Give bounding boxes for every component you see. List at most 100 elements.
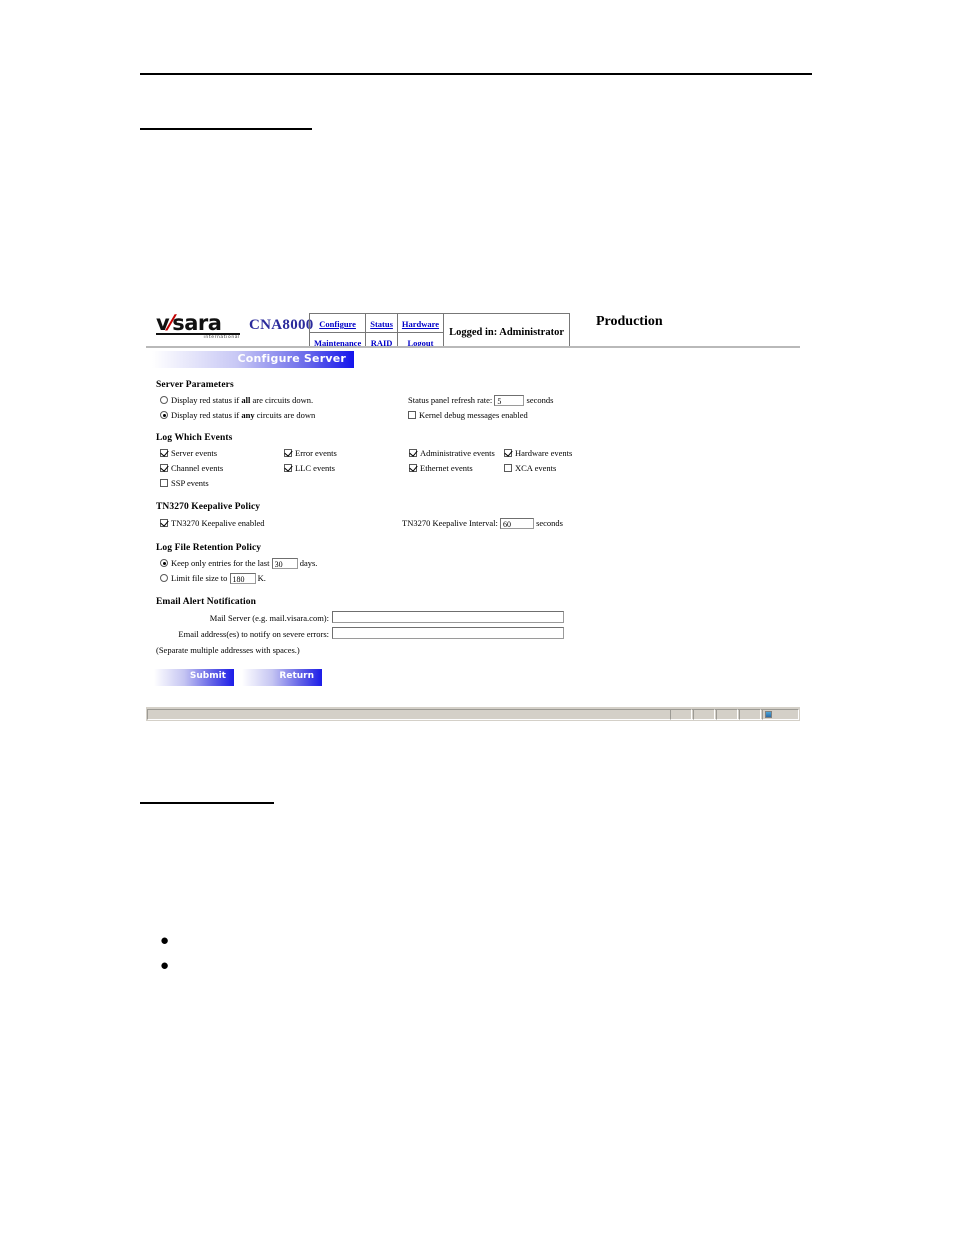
option-any-label-emphasis: any: [241, 410, 255, 420]
event-label-server: Server events: [171, 448, 218, 458]
list-item: ●: [160, 934, 420, 959]
status-segment-4: [739, 709, 761, 720]
retention-limit-label-post: K.: [257, 573, 266, 583]
checkbox-error-events[interactable]: [284, 449, 292, 457]
refresh-rate-input[interactable]: 5: [494, 395, 525, 406]
logo-wordmark: v⁄sara: [156, 313, 242, 334]
event-option-error[interactable]: Error events: [284, 448, 337, 458]
app-header: v⁄sara international CNA8000 Configure S…: [146, 304, 800, 352]
checkbox-hardware-events[interactable]: [504, 449, 512, 457]
nav-row-primary: Configure Status Hardware Logged in: Adm…: [308, 313, 570, 352]
return-button[interactable]: Return: [242, 669, 322, 686]
option-all-label-emphasis: all: [241, 395, 251, 405]
kernel-debug-label: Kernel debug messages enabled: [419, 410, 528, 420]
notify-address-input[interactable]: [332, 627, 564, 639]
status-segment-1: [670, 709, 692, 720]
checkbox-keepalive-enabled[interactable]: [160, 519, 168, 527]
email-note: (Separate multiple addresses with spaces…: [156, 645, 300, 655]
embedded-browser-screenshot: v⁄sara international CNA8000 Configure S…: [146, 304, 800, 721]
nav-link-configure[interactable]: Configure: [319, 319, 356, 329]
nav-cell-status[interactable]: Status: [365, 313, 398, 333]
keepalive-interval-label: TN3270 Keepalive Interval:: [402, 518, 498, 528]
event-label-channel: Channel events: [171, 463, 224, 473]
bullet-list: ● ●: [160, 934, 420, 984]
kernel-debug-option[interactable]: Kernel debug messages enabled: [408, 410, 528, 420]
page-title-bar: Configure Server: [152, 351, 354, 368]
mail-server-input[interactable]: [332, 611, 564, 623]
product-model-label: CNA8000: [249, 317, 314, 333]
checkbox-administrative-events[interactable]: [409, 449, 417, 457]
nav-link-status[interactable]: Status: [370, 319, 393, 329]
retention-size-input[interactable]: 180: [229, 573, 256, 584]
machine-name-label: Production: [596, 314, 663, 329]
event-label-ethernet: Ethernet events: [420, 463, 473, 473]
refresh-rate-units: seconds: [526, 395, 554, 405]
section-rule-upper: [140, 128, 312, 130]
option-any-circuits-down[interactable]: Display red status if any circuits are d…: [160, 410, 315, 420]
radio-any-circuits-down[interactable]: [160, 411, 168, 419]
checkbox-server-events[interactable]: [160, 449, 168, 457]
section-heading-retention: Log File Retention Policy: [156, 543, 262, 553]
event-option-server[interactable]: Server events: [160, 448, 217, 458]
retention-days-input[interactable]: 30: [271, 558, 298, 569]
keepalive-interval-input[interactable]: 60: [499, 518, 534, 529]
option-all-label-post: are circuits down.: [250, 395, 314, 405]
browser-status-bar: [146, 706, 800, 721]
internet-zone-icon: [765, 711, 772, 718]
radio-all-circuits-down[interactable]: [160, 396, 168, 404]
nav-cell-hardware[interactable]: Hardware: [396, 313, 445, 333]
checkbox-xca-events[interactable]: [504, 464, 512, 472]
keepalive-interval-group: TN3270 Keepalive Interval: 60 seconds: [402, 518, 563, 529]
logo-tagline: international: [203, 335, 240, 340]
visara-logo: v⁄sara international: [156, 313, 242, 340]
keepalive-enabled-option[interactable]: TN3270 Keepalive enabled: [160, 518, 264, 528]
radio-limit-size[interactable]: [160, 574, 168, 582]
checkbox-llc-events[interactable]: [284, 464, 292, 472]
event-label-error: Error events: [295, 448, 337, 458]
bullet-icon: ●: [160, 958, 170, 974]
submit-button[interactable]: Submit: [154, 669, 234, 686]
event-option-channel[interactable]: Channel events: [160, 463, 223, 473]
status-segment-2: [693, 709, 715, 720]
checkbox-ethernet-events[interactable]: [409, 464, 417, 472]
page-title-bar-zone: Configure Server: [146, 346, 800, 371]
event-label-xca: XCA events: [515, 463, 557, 473]
nav-link-hardware[interactable]: Hardware: [402, 319, 439, 329]
submit-button-label: Submit: [189, 671, 226, 681]
retention-option-keep-days[interactable]: Keep only entries for the last 30 days.: [160, 558, 317, 569]
radio-keep-days[interactable]: [160, 559, 168, 567]
status-segment-3: [716, 709, 738, 720]
mail-server-label: Mail Server (e.g. mail.visara.com):: [209, 613, 329, 623]
retention-option-limit-size[interactable]: Limit file size to 180 K.: [160, 573, 266, 584]
page-title: Configure Server: [237, 352, 346, 365]
option-any-label-post: circuits are down: [254, 410, 316, 420]
event-option-hardware[interactable]: Hardware events: [504, 448, 572, 458]
event-option-llc[interactable]: LLC events: [284, 463, 335, 473]
refresh-rate-field-group: Status panel refresh rate: 5 seconds: [408, 395, 553, 406]
event-label-llc: LLC events: [295, 463, 335, 473]
retention-keep-label-post: days.: [299, 558, 318, 568]
refresh-rate-label: Status panel refresh rate:: [408, 395, 493, 405]
list-item: ●: [160, 959, 420, 984]
section-rule-lower: [140, 802, 274, 804]
page-rule-top: [140, 73, 812, 75]
event-option-ethernet[interactable]: Ethernet events: [409, 463, 473, 473]
event-option-administrative[interactable]: Administrative events: [409, 448, 495, 458]
event-label-ssp: SSP events: [171, 478, 209, 488]
event-option-ssp[interactable]: SSP events: [160, 478, 209, 488]
configure-server-form: Server Parameters Display red status if …: [146, 371, 800, 701]
retention-keep-label-pre: Keep only entries for the last: [171, 558, 270, 568]
checkbox-kernel-debug[interactable]: [408, 411, 416, 419]
section-heading-server-parameters: Server Parameters: [156, 380, 234, 390]
event-label-administrative: Administrative events: [420, 448, 495, 458]
retention-limit-label-pre: Limit file size to: [171, 573, 228, 583]
option-all-circuits-down[interactable]: Display red status if all are circuits d…: [160, 395, 313, 405]
event-option-xca[interactable]: XCA events: [504, 463, 556, 473]
keepalive-enabled-label: TN3270 Keepalive enabled: [171, 518, 265, 528]
return-button-label: Return: [279, 671, 314, 681]
checkbox-ssp-events[interactable]: [160, 479, 168, 487]
checkbox-channel-events[interactable]: [160, 464, 168, 472]
keepalive-interval-units: seconds: [536, 518, 563, 528]
nav-cell-configure[interactable]: Configure: [308, 313, 367, 333]
option-any-label-pre: Display red status if: [171, 410, 242, 420]
